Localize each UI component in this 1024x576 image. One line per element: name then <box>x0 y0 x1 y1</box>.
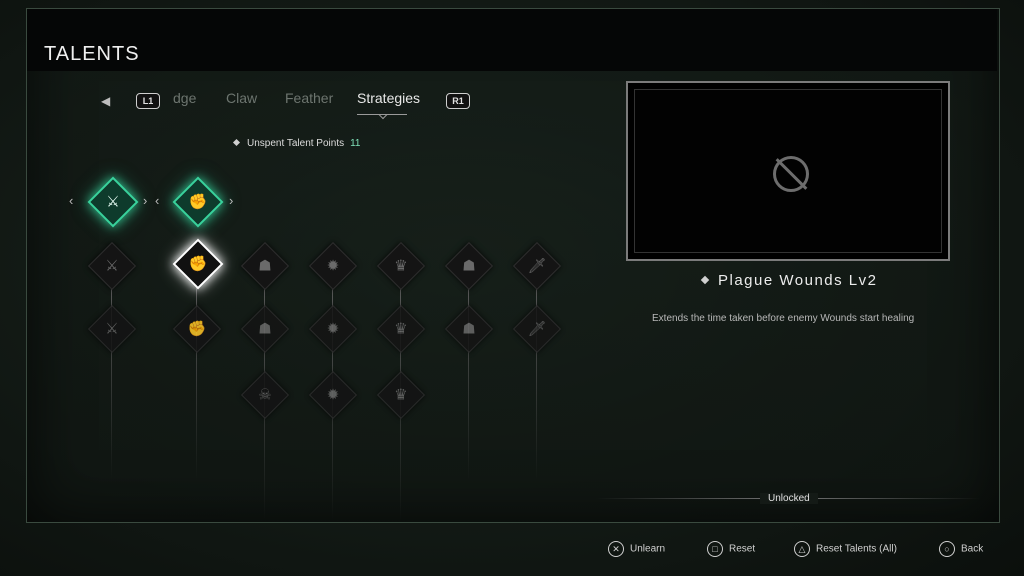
talent-description: Extends the time taken before enemy Woun… <box>652 313 915 324</box>
hood-icon: ☗ <box>462 257 476 275</box>
chevron-right-icon[interactable]: › <box>143 193 147 208</box>
diamond-bullet-icon <box>700 275 710 285</box>
preview-video-area <box>634 89 942 253</box>
talent-preview-panel <box>626 81 950 261</box>
sword-icon: 🗡 <box>527 320 547 338</box>
tab-prev-arrow-icon[interactable]: ◀ <box>101 94 110 108</box>
cross-button-icon: ✕ <box>608 541 624 557</box>
tab-edge[interactable]: dge <box>173 90 196 106</box>
active-tab-marker <box>378 110 388 120</box>
square-button-icon: □ <box>707 541 723 557</box>
axe-icon: ⚔ <box>106 193 120 211</box>
talent-status: Unlocked <box>760 493 818 504</box>
fist-icon: ✊ <box>188 255 208 273</box>
points-value: 11 <box>350 138 361 149</box>
tab-bar: ◀ L1 dge Claw Feather Strategies R1 <box>0 88 600 120</box>
axe-icon: ⚔ <box>105 320 119 338</box>
circle-button-icon: ○ <box>939 541 955 557</box>
fist-icon: ✊ <box>188 193 208 211</box>
no-preview-icon <box>773 156 809 192</box>
gear-icon: ✹ <box>326 320 340 338</box>
page-title: TALENTS <box>44 43 140 65</box>
back-label: Back <box>961 543 984 555</box>
fist-icon: ✊ <box>187 320 207 338</box>
triangle-button-icon: △ <box>794 541 810 557</box>
unspent-talent-points: Unspent Talent Points 11 <box>232 138 361 149</box>
tab-feather[interactable]: Feather <box>285 90 333 106</box>
crown-icon: ♛ <box>394 320 408 338</box>
gear-icon: ✹ <box>326 386 340 404</box>
l1-button-badge[interactable]: L1 <box>136 93 160 109</box>
sword-icon: 🗡 <box>527 257 547 275</box>
r1-button-badge[interactable]: R1 <box>446 93 470 109</box>
header-bar: TALENTS <box>27 9 997 71</box>
reset-button[interactable]: □ Reset <box>707 541 755 557</box>
skull-icon: ☠ <box>258 386 272 404</box>
reset-label: Reset <box>729 543 756 555</box>
crown-icon: ♛ <box>394 257 408 275</box>
chevron-right-icon[interactable]: › <box>229 193 233 208</box>
gear-icon: ✹ <box>326 257 340 275</box>
chevron-left-icon[interactable]: ‹ <box>69 193 73 208</box>
hood-icon: ☗ <box>258 257 272 275</box>
chevron-left-icon[interactable]: ‹ <box>155 193 159 208</box>
hood-icon: ☗ <box>462 320 476 338</box>
hood-icon: ☗ <box>258 320 272 338</box>
unlearn-label: Unlearn <box>630 543 666 555</box>
diamond-bullet-icon <box>232 138 241 147</box>
unlearn-button[interactable]: ✕ Unlearn <box>608 541 665 557</box>
talent-name: Plague Wounds Lv2 <box>700 272 878 289</box>
talent-name-text: Plague Wounds Lv2 <box>718 272 878 289</box>
reset-all-label: Reset Talents (All) <box>816 543 897 555</box>
crown-icon: ♛ <box>394 386 408 404</box>
reset-all-button[interactable]: △ Reset Talents (All) <box>794 541 897 557</box>
footer-controls: ✕ Unlearn □ Reset △ Reset Talents (All) ○ Ba… <box>0 541 1024 559</box>
points-label: Unspent Talent Points <box>247 138 345 149</box>
tab-claw[interactable]: Claw <box>226 90 257 106</box>
axe-icon: ⚔ <box>105 257 119 275</box>
back-button[interactable]: ○ Back <box>939 541 983 557</box>
tab-strategies[interactable]: Strategies <box>357 90 420 106</box>
